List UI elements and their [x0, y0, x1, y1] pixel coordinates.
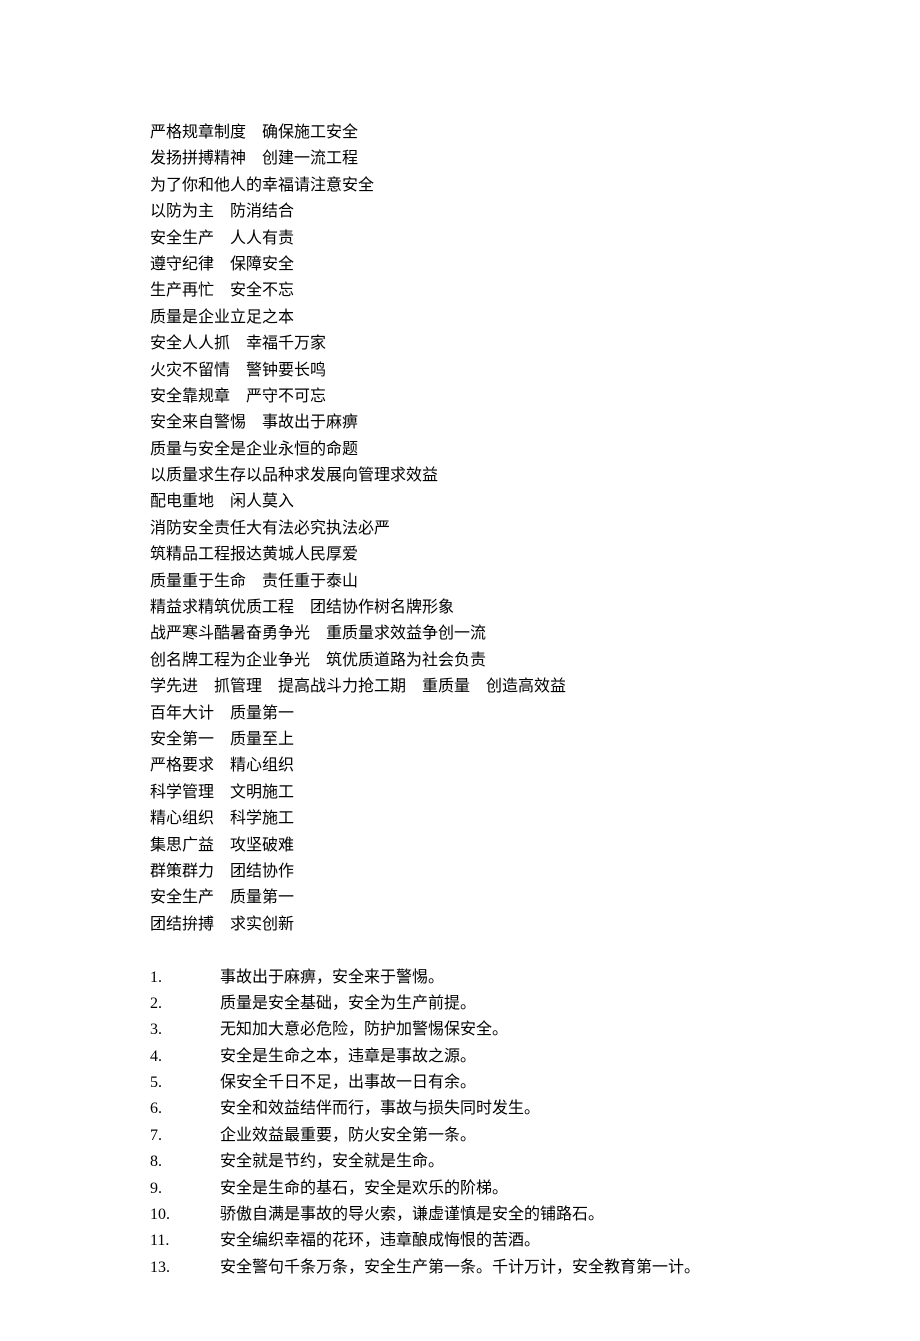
slogan-line: 集思广益 攻坚破难 [150, 833, 770, 859]
list-item-text: 无知加大意必危险，防护加警惕保安全。 [220, 1017, 508, 1043]
list-item: 4.安全是生命之本，违章是事故之源。 [150, 1044, 770, 1070]
list-item-text: 安全编织幸福的花环，违章酿成悔恨的苦酒。 [220, 1228, 540, 1254]
slogan-line: 消防安全责任大有法必究执法必严 [150, 516, 770, 542]
slogan-line: 严格规章制度 确保施工安全 [150, 120, 770, 146]
list-item: 9.安全是生命的基石，安全是欢乐的阶梯。 [150, 1176, 770, 1202]
slogan-line: 创名牌工程为企业争光 筑优质道路为社会负责 [150, 648, 770, 674]
slogan-line: 以质量求生存以品种求发展向管理求效益 [150, 463, 770, 489]
list-item-number: 11. [150, 1228, 220, 1254]
list-item-number: 13. [150, 1255, 220, 1281]
document-page: 严格规章制度 确保施工安全发扬拼搏精神 创建一流工程为了你和他人的幸福请注意安全… [0, 0, 920, 1341]
list-item: 13.安全警句千条万条，安全生产第一条。千计万计，安全教育第一计。 [150, 1255, 770, 1281]
list-item: 10.骄傲自满是事故的导火索，谦虚谨慎是安全的铺路石。 [150, 1202, 770, 1228]
list-item-number: 3. [150, 1017, 220, 1043]
list-item-number: 5. [150, 1070, 220, 1096]
slogan-line: 筑精品工程报达黄城人民厚爱 [150, 542, 770, 568]
list-item-number: 2. [150, 991, 220, 1017]
slogan-line: 团结拚搏 求实创新 [150, 912, 770, 938]
slogan-line: 质量重于生命 责任重于泰山 [150, 569, 770, 595]
slogan-line: 科学管理 文明施工 [150, 780, 770, 806]
numbered-list-block: 1.事故出于麻痹，安全来于警惕。2.质量是安全基础，安全为生产前提。3.无知加大… [150, 965, 770, 1282]
list-item: 11.安全编织幸福的花环，违章酿成悔恨的苦酒。 [150, 1228, 770, 1254]
slogan-line: 以防为主 防消结合 [150, 199, 770, 225]
list-item-number: 6. [150, 1096, 220, 1122]
slogan-line: 安全人人抓 幸福千万家 [150, 331, 770, 357]
list-item-number: 1. [150, 965, 220, 991]
list-item-text: 安全是生命的基石，安全是欢乐的阶梯。 [220, 1176, 508, 1202]
slogan-line: 质量是企业立足之本 [150, 305, 770, 331]
list-item-number: 9. [150, 1176, 220, 1202]
list-item: 7.企业效益最重要，防火安全第一条。 [150, 1123, 770, 1149]
slogan-line: 安全生产 人人有责 [150, 226, 770, 252]
list-item: 3.无知加大意必危险，防护加警惕保安全。 [150, 1017, 770, 1043]
list-item-number: 8. [150, 1149, 220, 1175]
slogan-line: 精益求精筑优质工程 团结协作树名牌形象 [150, 595, 770, 621]
list-item: 2.质量是安全基础，安全为生产前提。 [150, 991, 770, 1017]
blank-line [150, 938, 770, 964]
slogan-line: 学先进 抓管理 提高战斗力抢工期 重质量 创造高效益 [150, 674, 770, 700]
list-item: 1.事故出于麻痹，安全来于警惕。 [150, 965, 770, 991]
slogan-line: 安全生产 质量第一 [150, 885, 770, 911]
list-item-number: 4. [150, 1044, 220, 1070]
list-item-text: 骄傲自满是事故的导火索，谦虚谨慎是安全的铺路石。 [220, 1202, 604, 1228]
slogan-line: 群策群力 团结协作 [150, 859, 770, 885]
slogan-block: 严格规章制度 确保施工安全发扬拼搏精神 创建一流工程为了你和他人的幸福请注意安全… [150, 120, 770, 938]
slogan-line: 安全靠规章 严守不可忘 [150, 384, 770, 410]
slogan-line: 安全第一 质量至上 [150, 727, 770, 753]
slogan-line: 质量与安全是企业永恒的命题 [150, 437, 770, 463]
slogan-line: 为了你和他人的幸福请注意安全 [150, 173, 770, 199]
list-item-text: 安全警句千条万条，安全生产第一条。千计万计，安全教育第一计。 [220, 1255, 700, 1281]
list-item: 5.保安全千日不足，出事故一日有余。 [150, 1070, 770, 1096]
slogan-line: 发扬拼搏精神 创建一流工程 [150, 146, 770, 172]
slogan-line: 战严寒斗酷暑奋勇争光 重质量求效益争创一流 [150, 621, 770, 647]
list-item-text: 保安全千日不足，出事故一日有余。 [220, 1070, 476, 1096]
list-item: 6.安全和效益结伴而行，事故与损失同时发生。 [150, 1096, 770, 1122]
list-item-text: 企业效益最重要，防火安全第一条。 [220, 1123, 476, 1149]
slogan-line: 百年大计 质量第一 [150, 701, 770, 727]
list-item: 8.安全就是节约，安全就是生命。 [150, 1149, 770, 1175]
slogan-line: 精心组织 科学施工 [150, 806, 770, 832]
list-item-text: 安全就是节约，安全就是生命。 [220, 1149, 444, 1175]
slogan-line: 火灾不留情 警钟要长鸣 [150, 358, 770, 384]
slogan-line: 安全来自警惕 事故出于麻痹 [150, 410, 770, 436]
slogan-line: 配电重地 闲人莫入 [150, 489, 770, 515]
list-item-text: 事故出于麻痹，安全来于警惕。 [220, 965, 444, 991]
slogan-line: 严格要求 精心组织 [150, 753, 770, 779]
slogan-line: 遵守纪律 保障安全 [150, 252, 770, 278]
list-item-text: 安全和效益结伴而行，事故与损失同时发生。 [220, 1096, 540, 1122]
list-item-text: 安全是生命之本，违章是事故之源。 [220, 1044, 476, 1070]
slogan-line: 生产再忙 安全不忘 [150, 278, 770, 304]
list-item-number: 7. [150, 1123, 220, 1149]
list-item-number: 10. [150, 1202, 220, 1228]
list-item-text: 质量是安全基础，安全为生产前提。 [220, 991, 476, 1017]
